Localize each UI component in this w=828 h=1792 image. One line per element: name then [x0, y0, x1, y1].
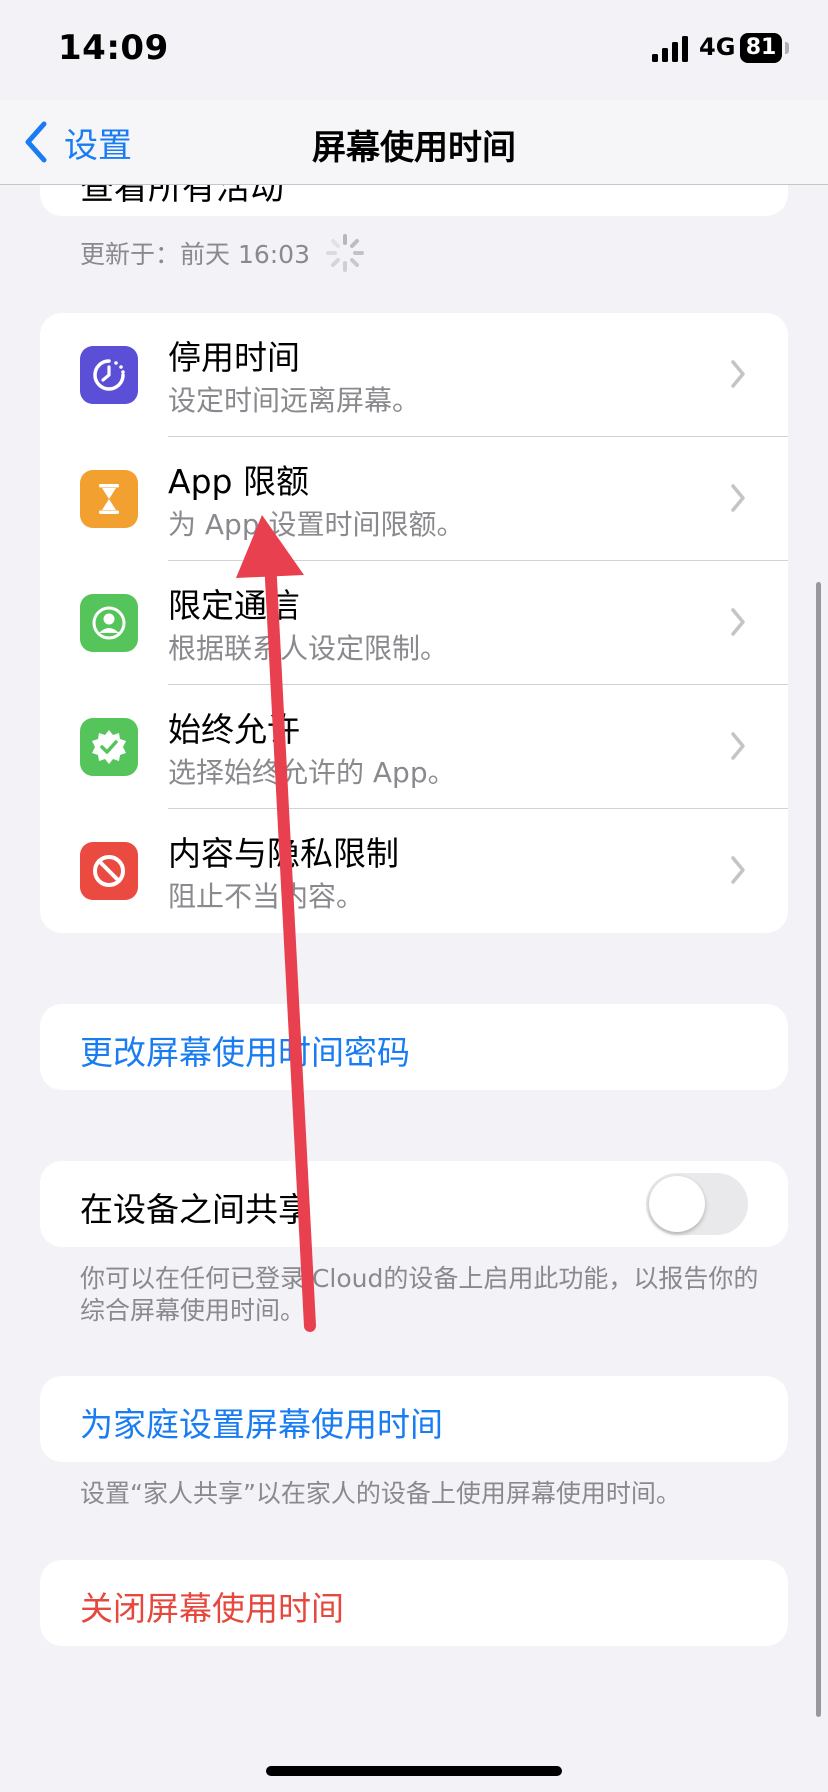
chevron-right-icon	[731, 732, 745, 760]
turn-off-row[interactable]: 关闭屏幕使用时间	[40, 1560, 788, 1646]
share-footnote: 你可以在任何已登录iCloud的设备上启用此功能，以报告你的综合屏幕使用时间。	[80, 1264, 759, 1325]
menu-row-subtitle: 根据联系人设定限制。	[168, 632, 449, 665]
change-passcode-row[interactable]: 更改屏幕使用时间密码	[40, 1004, 788, 1090]
network-type: 4G	[699, 33, 736, 61]
restrictions-menu: 停用时间 设定时间远离屏幕。 App 限额 为 App 设置时间限额。 限定通信…	[40, 313, 788, 933]
cellular-signal-icon	[652, 36, 688, 62]
navigation-bar: 设置 屏幕使用时间	[0, 100, 828, 185]
scroll-indicator	[816, 582, 821, 1717]
chevron-right-icon	[731, 856, 745, 884]
menu-row-subtitle: 为 App 设置时间限额。	[168, 508, 465, 541]
checkmark-badge-icon	[80, 718, 138, 776]
home-indicator	[266, 1766, 562, 1776]
change-passcode-button[interactable]: 更改屏幕使用时间密码	[80, 1026, 410, 1074]
updated-label: 更新于：前天 16:03	[80, 240, 310, 269]
menu-row-subtitle: 设定时间远离屏幕。	[168, 384, 421, 417]
family-setup-row[interactable]: 为家庭设置屏幕使用时间	[40, 1376, 788, 1462]
menu-row-title: 限定通信	[168, 586, 300, 625]
share-across-devices-row: 在设备之间共享	[40, 1161, 788, 1247]
battery-icon: 81	[740, 33, 782, 63]
menu-row-communication-limits[interactable]: 限定通信 根据联系人设定限制。	[40, 561, 788, 685]
share-across-devices-label: 在设备之间共享	[80, 1190, 311, 1229]
downtime-icon	[80, 346, 138, 404]
menu-row-title: 停用时间	[168, 338, 300, 377]
menu-row-app-limits[interactable]: App 限额 为 App 设置时间限额。	[40, 437, 788, 561]
family-footnote: 设置“家人共享”以在家人的设备上使用屏幕使用时间。	[80, 1479, 681, 1508]
battery-cap	[785, 42, 789, 54]
updated-timestamp: 更新于：前天 16:03	[80, 232, 366, 274]
chevron-right-icon	[731, 484, 745, 512]
status-time: 14:09	[58, 28, 169, 68]
menu-row-title: 始终允许	[168, 710, 300, 749]
prohibited-icon	[80, 842, 138, 900]
menu-row-subtitle: 阻止不当内容。	[168, 880, 365, 913]
chevron-right-icon	[731, 608, 745, 636]
menu-row-subtitle: 选择始终允许的 App。	[168, 756, 456, 789]
page-title: 屏幕使用时间	[312, 128, 516, 168]
menu-row-downtime[interactable]: 停用时间 设定时间远离屏幕。	[40, 313, 788, 437]
hourglass-icon	[80, 470, 138, 528]
share-across-devices-toggle[interactable]	[646, 1173, 748, 1235]
menu-row-always-allowed[interactable]: 始终允许 选择始终允许的 App。	[40, 685, 788, 809]
toggle-knob	[649, 1176, 705, 1232]
contact-icon	[80, 594, 138, 652]
loading-spinner-icon	[326, 234, 364, 272]
status-bar: 14:09 4G 81	[0, 0, 828, 100]
menu-row-title: App 限额	[168, 462, 309, 501]
menu-row-content-privacy[interactable]: 内容与隐私限制 阻止不当内容。	[40, 809, 788, 933]
turn-off-screen-time-button[interactable]: 关闭屏幕使用时间	[80, 1582, 344, 1630]
chevron-right-icon	[731, 360, 745, 388]
menu-row-title: 内容与隐私限制	[168, 834, 399, 873]
family-setup-button[interactable]: 为家庭设置屏幕使用时间	[80, 1398, 443, 1446]
